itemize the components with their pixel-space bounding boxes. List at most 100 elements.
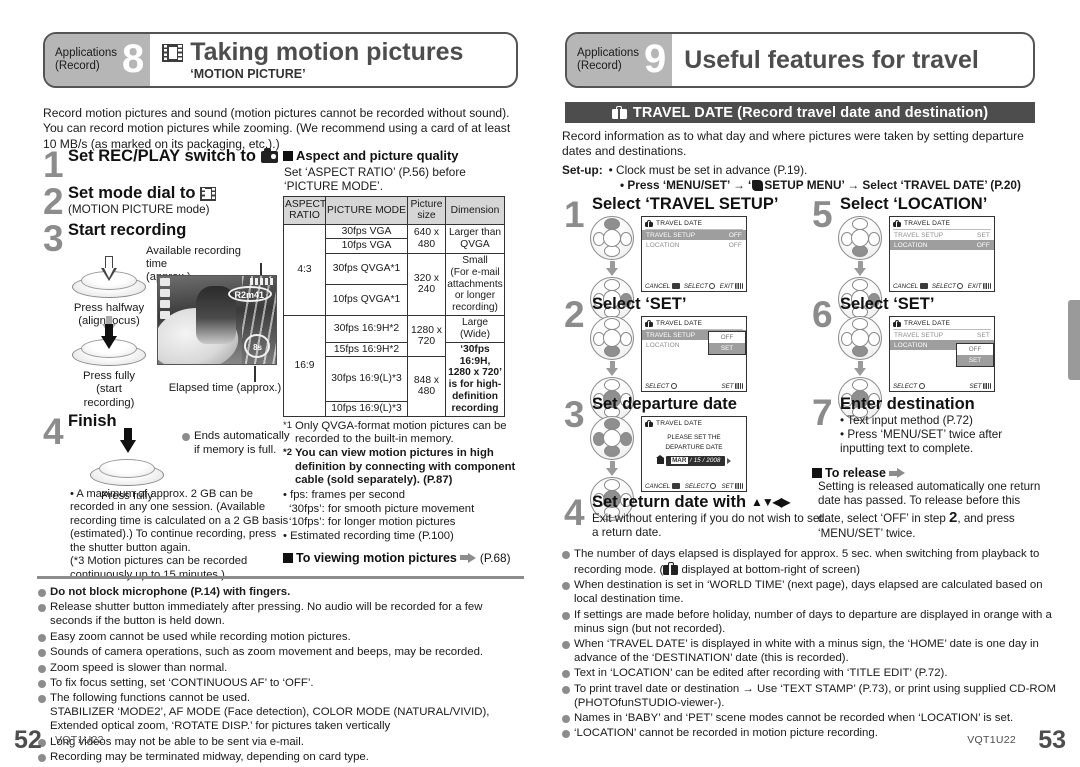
popup-option-off[interactable]: OFF bbox=[957, 344, 993, 355]
lcd-screen-step-3: TRAVEL DATE PLEASE SET THE DEPARTURE DAT… bbox=[641, 415, 747, 492]
travel-step-7-line-2: • Press ‘MENU/SET’ twice after inputting… bbox=[840, 427, 1003, 455]
popup-option-off[interactable]: OFF bbox=[709, 332, 745, 343]
popup-option-set[interactable]: SET bbox=[957, 354, 993, 366]
list-item: Recording may be terminated midway, depe… bbox=[38, 751, 525, 765]
travel-step-1-heading: Select ‘TRAVEL SETUP’ bbox=[592, 195, 779, 213]
lcd-footer-exit[interactable]: EXIT bbox=[968, 283, 991, 290]
lcd-row-location[interactable]: LOCATION OFF bbox=[890, 240, 994, 251]
left-chapter-body: Taking motion pictures ‘MOTION PICTURE’ bbox=[150, 34, 516, 86]
step-1: 1 Set REC/PLAY switch to bbox=[43, 146, 278, 183]
note-text: The following functions cannot be used. … bbox=[50, 692, 490, 733]
lcd-footer-cancel[interactable]: CANCEL bbox=[645, 483, 680, 490]
pad-right-button[interactable] bbox=[619, 231, 632, 246]
press-fully-finish-arrow-icon bbox=[120, 428, 136, 454]
lcd-footer-set[interactable]: SET bbox=[721, 383, 743, 390]
lcd-footer: CANCEL SELECT EXIT bbox=[890, 283, 994, 290]
departure-date-field[interactable]: MAR / 15 / 2008 bbox=[665, 455, 726, 466]
suitcase-icon bbox=[645, 419, 653, 428]
cell-size-4: 1280 x 720 bbox=[407, 315, 446, 358]
lcd-footer-select[interactable]: SELECT bbox=[893, 383, 925, 390]
list-item: Do not block microphone (P.14) with fing… bbox=[38, 586, 525, 600]
lcd-footer-set[interactable]: SET bbox=[969, 383, 991, 390]
pad-center-button[interactable] bbox=[603, 428, 621, 447]
list-item: Zoom speed is slower than normal. bbox=[38, 662, 525, 676]
lcd-footer-cancel[interactable]: CANCEL bbox=[645, 283, 680, 290]
travel-step-5-number: 5 bbox=[812, 194, 833, 235]
lcd-footer-cancel[interactable]: CANCEL bbox=[893, 283, 928, 290]
bullet-dot-icon bbox=[562, 685, 570, 694]
setup-line-2a: • Press ‘MENU/SET’ → ‘ bbox=[620, 178, 752, 193]
note-text: ‘LOCATION’ cannot be recorded in motion … bbox=[574, 727, 878, 740]
lcd-footer-select[interactable]: SELECT bbox=[685, 483, 717, 490]
table-footnotes: *1 Only QVGA-format motion pictures can … bbox=[283, 420, 518, 544]
cursor-pad[interactable] bbox=[838, 215, 882, 260]
notes-divider bbox=[37, 576, 524, 579]
lcd-footer-select[interactable]: SELECT bbox=[932, 283, 964, 290]
right-chapter-title-row: Useful features for travel bbox=[684, 47, 1033, 74]
bullet-dot-icon bbox=[38, 664, 46, 673]
pad-center-button[interactable] bbox=[603, 328, 621, 347]
footnote-1: *1 Only QVGA-format motion pictures can … bbox=[283, 420, 518, 447]
pad-right-button[interactable] bbox=[867, 231, 880, 246]
square-bullet-icon-2 bbox=[283, 552, 293, 563]
note-text: When ‘TRAVEL DATE’ is displayed in white… bbox=[574, 637, 1039, 664]
lcd-row-location[interactable]: LOCATION OFF bbox=[642, 240, 746, 250]
lcd-title-row: TRAVEL DATE bbox=[890, 317, 994, 330]
note-text: Recording may be terminated midway, depe… bbox=[50, 750, 369, 763]
aspect-quality-heading: Aspect and picture quality bbox=[296, 148, 459, 163]
cursor-pad[interactable] bbox=[590, 315, 634, 360]
page-side-tab bbox=[1068, 300, 1080, 380]
to-release-heading: To release bbox=[825, 466, 886, 480]
lcd-title: TRAVEL DATE bbox=[656, 420, 703, 428]
pad-right-button[interactable] bbox=[867, 331, 880, 346]
list-item: Easy zoom cannot be used while recording… bbox=[38, 631, 525, 645]
step-3-heading: Start recording bbox=[68, 221, 187, 239]
lcd-row-travel-setup[interactable]: TRAVEL SETUP SET bbox=[890, 230, 994, 240]
setup-label: Set-up: bbox=[562, 163, 603, 177]
lcd-row-label: LOCATION bbox=[646, 341, 680, 349]
bullet-dot-icon bbox=[562, 551, 570, 559]
to-release-block: To release Setting is released automatic… bbox=[812, 466, 1047, 541]
popup-option-set[interactable]: SET bbox=[709, 342, 745, 354]
right-page-code: VQT1U22 bbox=[967, 734, 1016, 746]
pad-center-button[interactable] bbox=[603, 228, 621, 247]
list-item: Names in ‘BABY’ and ‘PET’ scene modes ca… bbox=[562, 712, 1062, 726]
left-chapter-number: 8 bbox=[122, 36, 144, 81]
aspect-quality-block: Aspect and picture quality Set ‘ASPECT R… bbox=[283, 148, 518, 565]
left-chapter-title-row: Taking motion pictures bbox=[162, 39, 516, 66]
pad-center-button[interactable] bbox=[851, 328, 869, 347]
bullet-dot-icon bbox=[562, 670, 570, 679]
lcd-footer-exit[interactable]: EXIT bbox=[720, 283, 743, 290]
cursor-pad[interactable] bbox=[590, 415, 634, 460]
left-chapter-subtitle: ‘MOTION PICTURE’ bbox=[190, 66, 306, 81]
step-3-number: 3 bbox=[43, 218, 64, 259]
lcd-screen-step-6: TRAVEL DATE TRAVEL SETUP SET LOCATION OF… bbox=[889, 315, 995, 392]
pad-right-button[interactable] bbox=[619, 431, 632, 446]
lcd-row-travel-setup[interactable]: TRAVEL SETUP OFF bbox=[642, 230, 746, 241]
lcd-row-label: TRAVEL SETUP bbox=[646, 331, 696, 339]
manual-spread: Applications (Record) 8 Taking motion pi… bbox=[0, 0, 1080, 767]
travel-step-4: 4 Set return date with ▲▼◀▶ Exit without… bbox=[564, 493, 829, 540]
left-page-number: 52 bbox=[14, 726, 42, 754]
lcd-footer-select[interactable]: SELECT bbox=[684, 283, 716, 290]
lcd-row-value: OFF bbox=[976, 241, 990, 249]
pad-right-button[interactable] bbox=[619, 331, 632, 346]
travel-step-7-line-1: • Text input method (P.72) bbox=[840, 413, 973, 427]
footnote-1-text: Only QVGA-format motion pictures can be … bbox=[294, 419, 507, 446]
down-arrow-icon bbox=[853, 360, 867, 376]
cell-dim-4: Large (Wide) bbox=[445, 315, 505, 343]
cursor-pad[interactable] bbox=[838, 315, 882, 360]
fps-bullet-3: • Estimated recording time (P.100) bbox=[283, 529, 454, 542]
lcd-footer-set[interactable]: SET bbox=[721, 483, 743, 490]
bullet-dot-icon bbox=[38, 604, 46, 613]
lcd-row-travel-setup[interactable]: TRAVEL SETUP SET bbox=[890, 330, 994, 340]
left-chapter-header: Applications (Record) 8 Taking motion pi… bbox=[43, 32, 518, 88]
note-text: Zoom speed is slower than normal. bbox=[50, 661, 228, 674]
date-sep1: / bbox=[689, 457, 692, 465]
fps-bullet-2: ‘10fps’: for longer motion pictures bbox=[289, 516, 456, 529]
pad-center-button[interactable] bbox=[851, 228, 869, 247]
lcd-footer-select[interactable]: SELECT bbox=[645, 383, 677, 390]
cell-size-6: 848 x 480 bbox=[407, 356, 446, 417]
cursor-pad[interactable] bbox=[590, 215, 634, 260]
suitcase-icon bbox=[893, 219, 901, 228]
